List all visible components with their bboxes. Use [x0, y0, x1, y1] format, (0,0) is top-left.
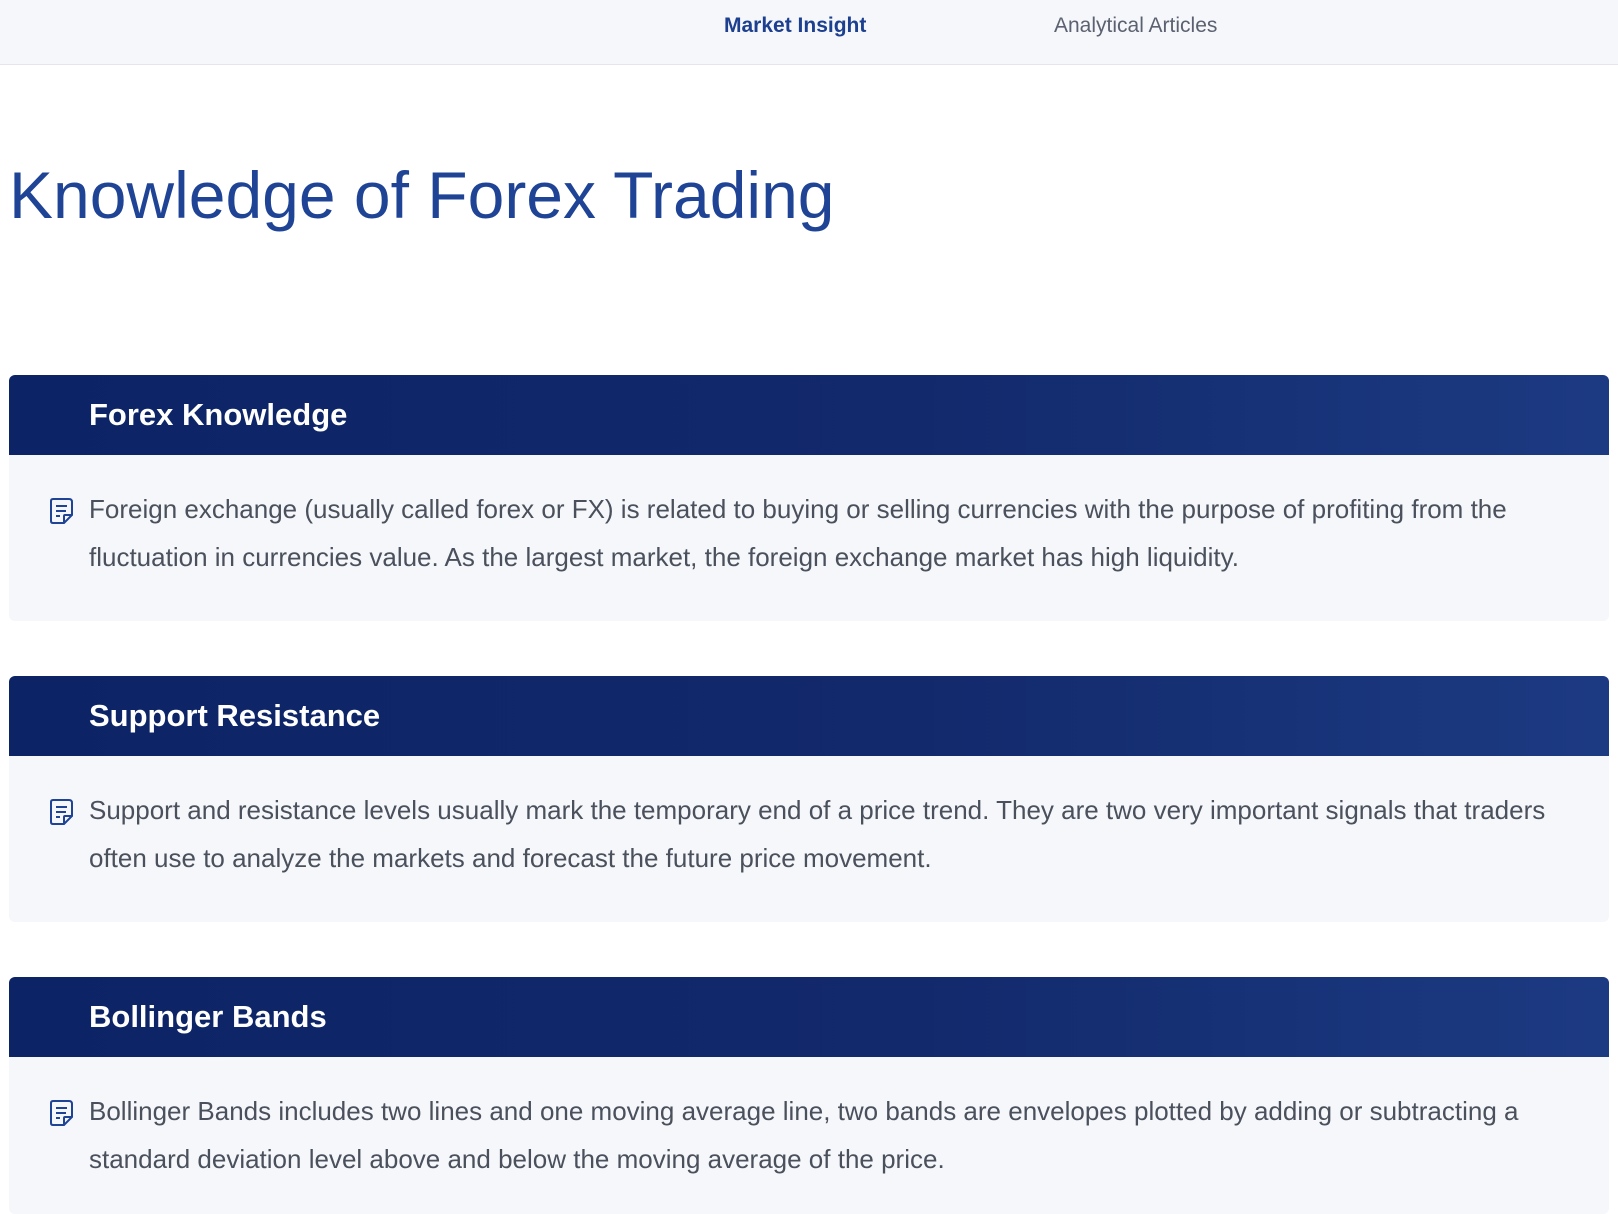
document-icon [50, 1100, 73, 1126]
card-title[interactable]: Forex Knowledge [89, 395, 347, 435]
card-body: Bollinger Bands includes two lines and o… [9, 1057, 1609, 1214]
card-text: Bollinger Bands includes two lines and o… [89, 1096, 1519, 1174]
document-icon [50, 799, 73, 825]
card-title[interactable]: Support Resistance [89, 696, 380, 736]
card-text: Support and resistance levels usually ma… [89, 795, 1546, 873]
card-text: Foreign exchange (usually called forex o… [89, 494, 1507, 572]
card-header: Bollinger Bands [9, 977, 1609, 1057]
card-support-resistance: Support Resistance Support and resistanc… [9, 676, 1609, 922]
card-body: Support and resistance levels usually ma… [9, 756, 1609, 922]
document-icon [50, 498, 73, 524]
card-header: Support Resistance [9, 676, 1609, 756]
tab-market-insight[interactable]: Market Insight [724, 13, 866, 39]
card-forex-knowledge: Forex Knowledge Foreign exchange (usuall… [9, 375, 1609, 621]
page-title: Knowledge of Forex Trading [9, 158, 835, 232]
top-navigation: Market Insight Analytical Articles [0, 0, 1618, 65]
card-title[interactable]: Bollinger Bands [89, 997, 327, 1037]
tab-analytical-articles[interactable]: Analytical Articles [1054, 13, 1217, 39]
card-bollinger-bands: Bollinger Bands Bollinger Bands includes… [9, 977, 1609, 1214]
card-header: Forex Knowledge [9, 375, 1609, 455]
card-body: Foreign exchange (usually called forex o… [9, 455, 1609, 621]
